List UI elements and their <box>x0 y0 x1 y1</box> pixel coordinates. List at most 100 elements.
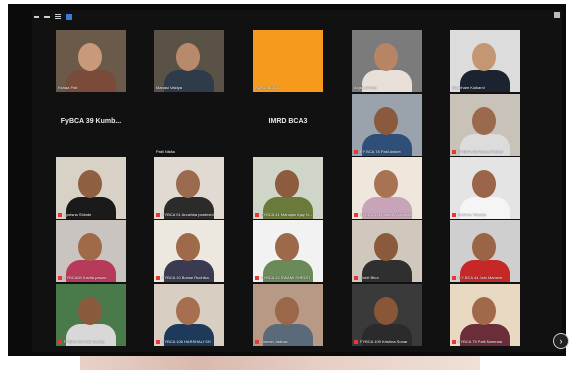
participant-label: FYBCA 109 Krishna Sonar <box>354 339 407 344</box>
minimize-icon[interactable] <box>34 16 39 18</box>
gallery-view-icon[interactable] <box>66 14 72 20</box>
participant-name: FYBCA 12 SWAMI SHRUTI <box>261 275 311 280</box>
participant-tile[interactable]: Shubham Kulkarni <box>450 30 520 92</box>
window-toolbar <box>34 12 72 22</box>
participant-tile[interactable]: Kshaa Pati <box>56 30 126 92</box>
participant-name: FYBCA 109 Krishna Sonar <box>360 339 408 344</box>
participant-tile[interactable]: FYBCA89 Kavita pawar <box>56 220 126 282</box>
muted-mic-icon <box>156 212 160 217</box>
participant-label: FYBCA 01 Anushka pardeshi <box>156 212 214 217</box>
participant-name: Umesh Jadhav <box>261 339 288 344</box>
participant-face <box>176 170 200 198</box>
participant-name: Manasi Vaidya <box>156 85 182 90</box>
muted-mic-icon <box>354 339 358 344</box>
participant-label: FYBCA 03 Patil Tushar <box>58 339 105 344</box>
participant-tile[interactable]: FYBCA 106 HARSHALI SH <box>154 284 224 346</box>
participant-label: FYBCA 75 Patil Namrata <box>452 339 502 344</box>
participant-face <box>374 233 398 261</box>
participant-tile[interactable]: Rohit Bhoi <box>352 220 422 282</box>
participant-face <box>374 43 398 71</box>
participant-name: FyBCA 39 Kumb... <box>60 118 122 125</box>
muted-mic-icon <box>58 212 62 217</box>
muted-mic-icon <box>452 339 456 344</box>
participant-label: FYBCA 10 Bonse Ruchika <box>156 275 209 280</box>
participant-tile[interactable]: F.Y BCA 44 Jain Mahavir <box>450 220 520 282</box>
participant-name: FYBCA 41 Mahajan Ajay N... <box>261 212 313 217</box>
menu-icon[interactable] <box>44 16 50 18</box>
participant-label: Kshaa Pati <box>58 85 77 90</box>
participant-tile[interactable]: FYBCA 41 Mahajan Ajay N... <box>253 157 323 219</box>
participant-name: FY BCA 78 Patil Aniket <box>360 149 401 154</box>
participant-tile[interactable]: Krishna Taksale <box>450 157 520 219</box>
participant-face <box>78 43 102 71</box>
participant-name: FYBCA 10 Bonse Ruchika <box>162 275 209 280</box>
participant-label: FY BCA 78 Patil Aniket <box>354 149 401 154</box>
participant-label: Manasi Vaidya <box>156 85 182 90</box>
participant-name: Shubham Kulkarni <box>452 85 485 90</box>
participant-tile[interactable]: FYBCA 03 Patil Tushar <box>56 284 126 346</box>
participant-label: FYBCA 41 Mahajan Ajay N... <box>255 212 312 217</box>
participant-face <box>472 43 496 71</box>
participant-name: FYBCA 75 Patil Namrata <box>458 339 503 344</box>
participant-tile[interactable]: FYBCA 01 Anushka pardeshi <box>154 157 224 219</box>
participant-label: Krishna Taksale <box>452 212 486 217</box>
participant-label: Rohit Bhoi <box>354 275 378 280</box>
muted-mic-icon <box>156 339 160 344</box>
participant-label: Anjali shinde <box>354 85 377 90</box>
participant-name: Rohit Bhoi <box>360 275 379 280</box>
participant-tile[interactable]: FYBCA 23 Ahanal Pallavi <box>450 94 520 156</box>
participant-tile[interactable]: FYBCA 10 Bonse Ruchika <box>154 220 224 282</box>
muted-mic-icon <box>255 339 259 344</box>
muted-mic-icon <box>354 275 358 280</box>
muted-mic-icon <box>58 275 62 280</box>
participant-face <box>472 233 496 261</box>
participant-tile[interactable]: FYBCA 109 Krishna Sonar <box>352 284 422 346</box>
participant-face <box>78 297 102 325</box>
participant-tile[interactable]: Patil Nikita <box>154 94 224 156</box>
participant-label: Umesh Jadhav <box>255 339 288 344</box>
participant-face <box>78 170 102 198</box>
muted-mic-icon <box>354 149 358 154</box>
participant-name: Patil Nikita <box>156 149 175 154</box>
participant-label: F.Y BCA 44 Jain Mahavir <box>452 275 502 280</box>
participant-label: FYBCA 12 SWAMI SHRUTI <box>255 275 310 280</box>
muted-mic-icon <box>354 212 358 217</box>
participant-label: BURD BCA3 <box>255 85 278 90</box>
muted-mic-icon <box>452 275 456 280</box>
muted-mic-icon <box>255 275 259 280</box>
participant-label: FYBCA 23 Ahanal Pallavi <box>452 149 503 154</box>
participant-tile[interactable]: Umesh Jadhav <box>253 284 323 346</box>
participant-tile[interactable]: FYBCA 75 Patil Namrata <box>450 284 520 346</box>
participant-name: FYBCA 01 Anushka pardeshi <box>162 212 214 217</box>
participant-label: Shubham Kulkarni <box>452 85 485 90</box>
fullscreen-icon[interactable] <box>554 12 560 18</box>
participant-name: FYBCA 03 Patil Tushar <box>64 339 105 344</box>
participant-tile[interactable]: IMRD BCA3 <box>253 94 323 156</box>
participant-face <box>374 170 398 198</box>
participant-face <box>176 233 200 261</box>
participant-name: FYBCA 111 Kasare Vaishnavi <box>360 212 413 217</box>
participant-label: FYBCA89 Kavita pawar <box>58 275 106 280</box>
participant-face <box>176 297 200 325</box>
participant-tile[interactable]: FYBCA 111 Kasare Vaishnavi <box>352 157 422 219</box>
participant-face <box>275 297 299 325</box>
muted-mic-icon <box>452 149 456 154</box>
next-page-button[interactable]: › <box>553 333 569 349</box>
muted-mic-icon <box>452 212 456 217</box>
participant-tile[interactable]: BURD BCA3 <box>253 30 323 92</box>
participant-label: FYBCA 106 HARSHALI SH <box>156 339 211 344</box>
participant-name: Jyotsna Shinde <box>64 212 92 217</box>
participant-tile[interactable]: FyBCA 39 Kumb... <box>56 94 126 156</box>
participant-name: FYBCA 106 HARSHALI SH <box>162 339 211 344</box>
participant-name: BURD BCA3 <box>255 85 278 90</box>
participant-tile[interactable]: FY BCA 78 Patil Aniket <box>352 94 422 156</box>
participant-face <box>275 233 299 261</box>
participant-tile[interactable]: Anjali shinde <box>352 30 422 92</box>
participant-tile[interactable]: FYBCA 12 SWAMI SHRUTI <box>253 220 323 282</box>
participant-name: Anjali shinde <box>354 85 377 90</box>
participant-label: FYBCA 111 Kasare Vaishnavi <box>354 212 412 217</box>
participant-face <box>374 107 398 135</box>
participant-tile[interactable]: Jyotsna Shinde <box>56 157 126 219</box>
participant-tile[interactable]: Manasi Vaidya <box>154 30 224 92</box>
list-icon[interactable] <box>55 14 61 20</box>
